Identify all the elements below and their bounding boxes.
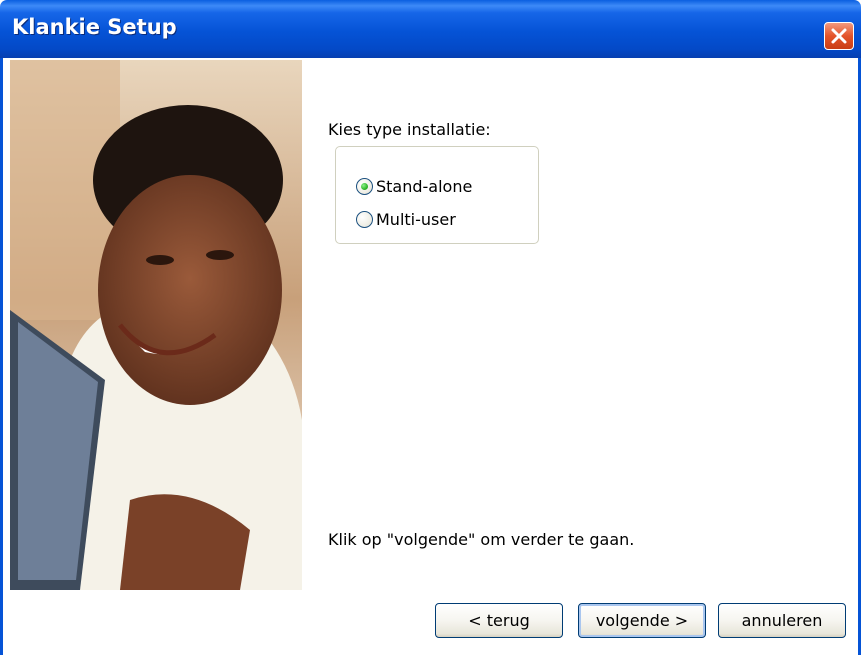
- close-icon: [831, 28, 847, 44]
- next-button[interactable]: volgende >: [578, 603, 706, 638]
- back-button[interactable]: < terug: [435, 603, 563, 638]
- window-title: Klankie Setup: [12, 15, 177, 39]
- close-button[interactable]: [824, 22, 854, 50]
- setup-window: Klankie Setup Kies type installatie: Sta…: [0, 0, 861, 655]
- window-frame-left: [0, 58, 3, 655]
- continue-hint: Klik op "volgende" om verder te gaan.: [328, 530, 635, 549]
- cancel-button[interactable]: annuleren: [718, 603, 846, 638]
- install-type-prompt: Kies type installatie:: [328, 120, 491, 139]
- option-multi-user[interactable]: Multi-user: [356, 210, 456, 229]
- option-label[interactable]: Stand-alone: [376, 177, 472, 196]
- option-label[interactable]: Multi-user: [376, 210, 456, 229]
- banner-photo: [10, 60, 302, 590]
- option-stand-alone[interactable]: Stand-alone: [356, 177, 472, 196]
- title-bar[interactable]: Klankie Setup: [0, 0, 861, 58]
- radio-multi-user[interactable]: [356, 211, 373, 228]
- radio-stand-alone[interactable]: [356, 178, 373, 195]
